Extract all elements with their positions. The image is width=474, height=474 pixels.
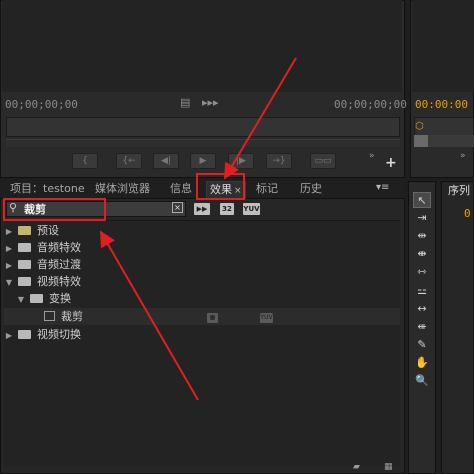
arrow-to-search-box — [99, 230, 199, 401]
annotation-arrows — [99, 57, 297, 401]
arrow-to-effects-tab — [223, 57, 297, 180]
